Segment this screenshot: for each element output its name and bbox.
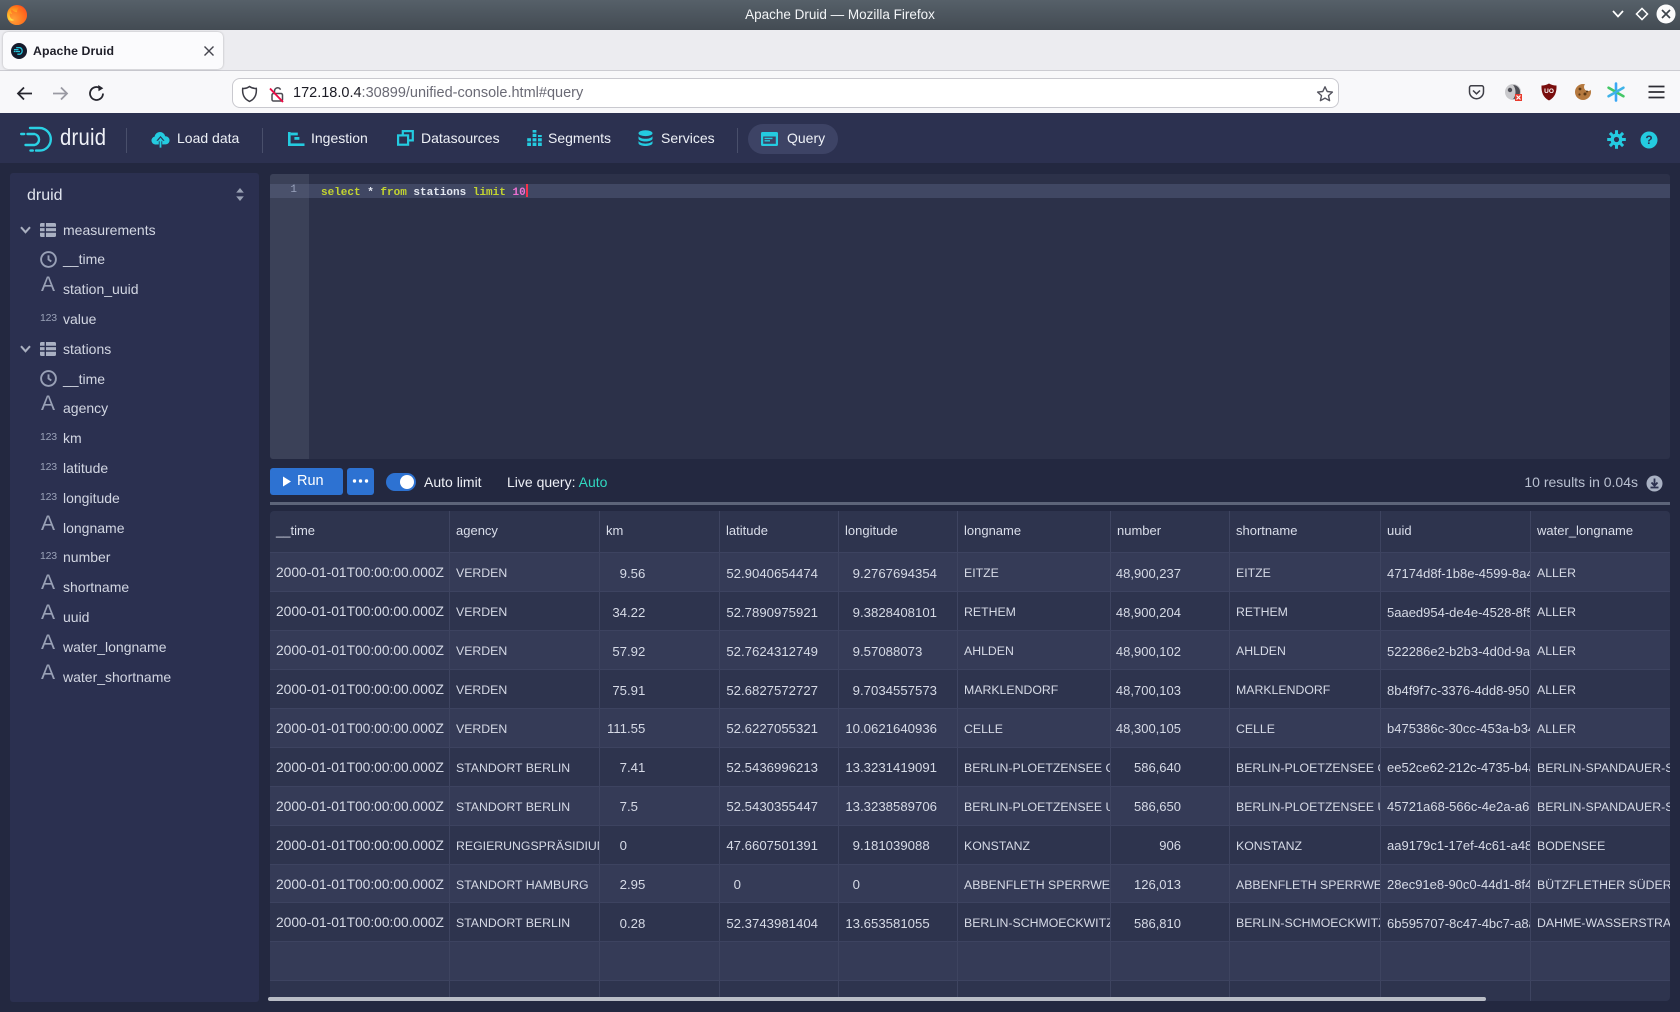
svg-text:?: ? xyxy=(1645,133,1652,147)
svg-text:UO: UO xyxy=(1544,88,1554,95)
